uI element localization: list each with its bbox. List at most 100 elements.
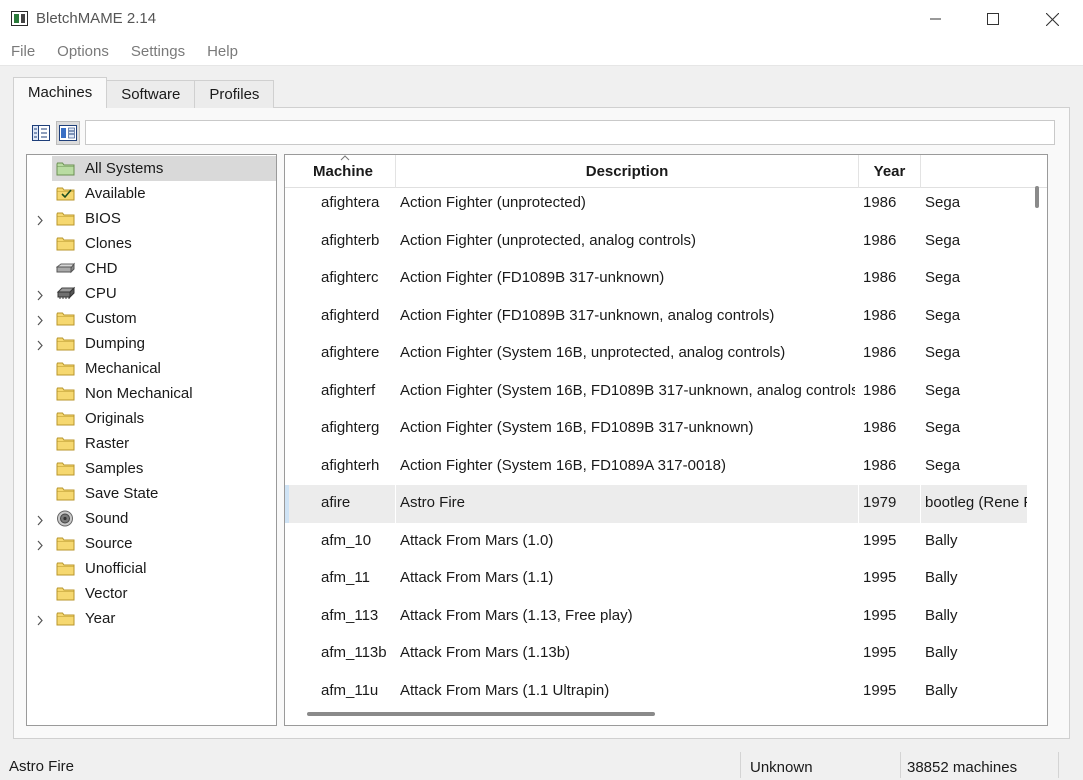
tree-item-samples[interactable]: Samples — [52, 456, 276, 481]
menu-file[interactable]: File — [0, 38, 46, 66]
tree-item-cpu[interactable]: CPU — [37, 281, 276, 306]
tree-item-save-state[interactable]: Save State — [52, 481, 276, 506]
tree-item-chd[interactable]: CHD — [52, 256, 276, 281]
cell-year: 1986 — [863, 269, 897, 286]
table-row[interactable]: afm_11u Attack From Mars (1.1 Ultrapin) 19… — [285, 673, 1027, 711]
table-row[interactable]: afighterh Action Fighter (System 16B, FD1… — [285, 448, 1027, 486]
tree-item-available[interactable]: Available — [52, 181, 276, 206]
cell-machine: afighterd — [321, 306, 380, 324]
folder-icon — [56, 361, 75, 377]
cell-year: 1986 — [863, 194, 897, 211]
tree-item-non-mechanical[interactable]: Non Mechanical — [52, 381, 276, 406]
search-input[interactable] — [85, 120, 1055, 145]
column-header-description[interactable]: Description — [396, 155, 859, 188]
folder-check-icon — [56, 186, 75, 202]
cell-machine: afm_11u — [321, 681, 379, 699]
folder-icon — [56, 336, 75, 352]
tree-item-originals[interactable]: Originals — [52, 406, 276, 431]
folder-icon — [56, 561, 75, 577]
tree-item-mechanical[interactable]: Mechanical — [52, 356, 276, 381]
cell-machine: afighterc — [321, 269, 379, 286]
cell-manufacturer: Sega — [925, 381, 961, 399]
cell-machine: afm_11 — [321, 569, 370, 586]
minimize-icon — [930, 18, 941, 20]
cell-description: Astro Fire — [400, 494, 466, 511]
menu-settings[interactable]: Settings — [120, 38, 196, 66]
tree-item-vector[interactable]: Vector — [52, 581, 276, 606]
table-row[interactable]: afighterc Action Fighter (FD1089B 317-unk… — [285, 260, 1027, 298]
table-row[interactable]: afm_11 Attack From Mars (1.1) 1995 Bally — [285, 560, 1027, 598]
table-row[interactable]: afightere Action Fighter (System 16B, unp… — [285, 335, 1027, 373]
tab-software[interactable]: Software — [106, 80, 196, 108]
cell-description: Attack From Mars (1.1) — [400, 569, 554, 586]
cell-description: Action Fighter (System 16B, FD1089A 317-… — [400, 456, 727, 474]
chevron-right-icon[interactable] — [36, 338, 44, 355]
cell-year: 1986 — [863, 419, 897, 436]
table-row[interactable]: afightera Action Fighter (unprotected) 198… — [285, 185, 1027, 223]
tree-item-raster[interactable]: Raster — [52, 431, 276, 456]
table-row[interactable]: afm_113b Attack From Mars (1.13b) 1995 Ball… — [285, 635, 1027, 673]
tree-item-clones[interactable]: Clones — [52, 231, 276, 256]
tree-item-label: Source — [85, 535, 133, 552]
column-header-manufacturer[interactable] — [921, 155, 1047, 188]
chevron-right-icon[interactable] — [36, 513, 44, 530]
cell-machine: afm_10 — [321, 531, 372, 549]
machine-grid[interactable]: Machine Description Year afightera Action… — [284, 154, 1048, 726]
tree-item-label: Year — [85, 610, 116, 627]
tree-item-sound[interactable]: Sound — [37, 506, 276, 531]
tree-view-toggle-button[interactable] — [29, 121, 53, 145]
window-title: BletchMAME 2.14 — [36, 10, 157, 27]
chevron-right-icon[interactable] — [36, 613, 44, 630]
tree-item-source[interactable]: Source — [37, 531, 276, 556]
table-row[interactable]: afighterb Action Fighter (unprotected, an… — [285, 223, 1027, 261]
table-row[interactable]: afighterd Action Fighter (FD1089B 317-unk… — [285, 298, 1027, 336]
menu-help[interactable]: Help — [196, 38, 249, 66]
chevron-right-icon[interactable] — [36, 213, 44, 230]
status-bar: Astro Fire Unknown 38852 machines — [0, 750, 1083, 780]
tree-item-bios[interactable]: BIOS — [37, 206, 276, 231]
folder-green-icon — [56, 161, 75, 177]
tab-machines[interactable]: Machines — [13, 77, 108, 108]
tree-item-custom[interactable]: Custom — [37, 306, 276, 331]
table-row[interactable]: afm_113 Attack From Mars (1.13, Free play… — [285, 598, 1027, 636]
details-view-icon — [59, 125, 77, 141]
maximize-button[interactable] — [970, 0, 1016, 38]
table-row[interactable]: afire Astro Fire 1979 bootleg (Rene P — [285, 485, 1027, 523]
column-header-year[interactable]: Year — [859, 155, 921, 188]
tab-profiles[interactable]: Profiles — [194, 80, 275, 108]
details-view-toggle-button[interactable] — [56, 121, 80, 145]
cell-machine: afighterg — [321, 419, 380, 436]
folder-icon — [56, 586, 75, 602]
column-header-machine[interactable]: Machine — [285, 155, 396, 188]
chevron-right-icon[interactable] — [36, 538, 44, 555]
tree-item-unofficial[interactable]: Unofficial — [52, 556, 276, 581]
table-row[interactable]: afm_10 Attack From Mars (1.0) 1995 Bally — [285, 523, 1027, 561]
cell-year: 1995 — [863, 681, 897, 699]
cell-year: 1986 — [863, 344, 897, 361]
tree-item-dumping[interactable]: Dumping — [37, 331, 276, 356]
cell-manufacturer: Bally — [925, 644, 958, 661]
folder-tree[interactable]: All Systems Available BIOS Clones CHD CPU Cust… — [26, 154, 277, 726]
cell-year: 1986 — [863, 231, 897, 249]
cell-year: 1995 — [863, 531, 897, 549]
speaker-icon — [56, 510, 75, 527]
tree-item-all-systems[interactable]: All Systems — [52, 156, 276, 181]
horizontal-scrollbar-thumb[interactable] — [307, 712, 655, 716]
title-bar: BletchMAME 2.14 — [0, 0, 1083, 38]
tree-item-label: Custom — [85, 310, 137, 327]
status-selection: Astro Fire — [9, 758, 75, 775]
menu-options[interactable]: Options — [46, 38, 120, 66]
chevron-right-icon[interactable] — [36, 313, 44, 330]
list-view-icon — [32, 125, 50, 141]
vertical-scrollbar-thumb[interactable] — [1035, 186, 1039, 208]
tree-item-label: Vector — [85, 585, 128, 602]
tree-item-year[interactable]: Year — [37, 606, 276, 631]
close-button[interactable] — [1029, 0, 1075, 38]
table-row[interactable]: afighterg Action Fighter (System 16B, FD1… — [285, 410, 1027, 448]
chevron-right-icon[interactable] — [36, 288, 44, 305]
folder-icon — [56, 486, 75, 502]
cell-machine: afightera — [321, 194, 380, 211]
table-row[interactable]: afighterf Action Fighter (System 16B, FD1… — [285, 373, 1027, 411]
cell-year: 1995 — [863, 644, 897, 661]
minimize-button[interactable] — [913, 0, 959, 38]
